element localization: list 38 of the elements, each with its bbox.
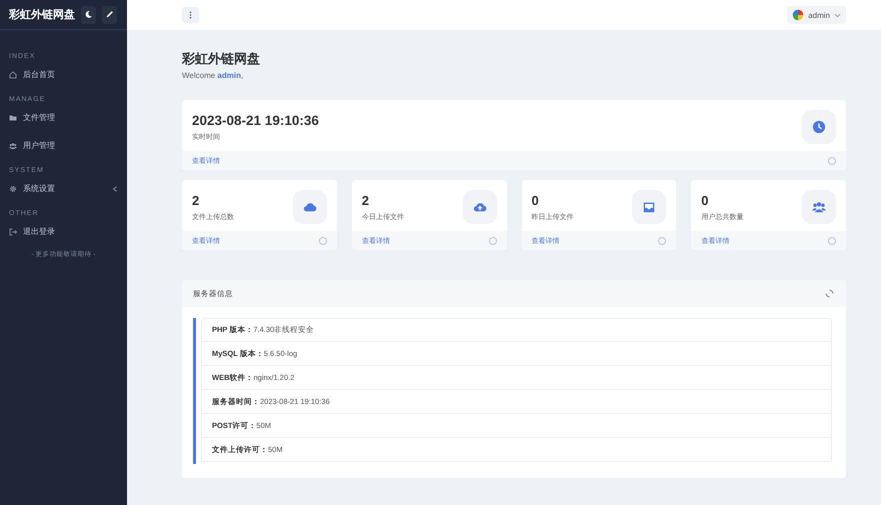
house-icon bbox=[9, 70, 17, 78]
sidebar-item[interactable]: 后台首页 bbox=[0, 63, 127, 86]
sidebar-item[interactable]: 退出登录 bbox=[0, 220, 127, 243]
sidebar-item[interactable]: 系统设置 bbox=[0, 177, 127, 200]
folder-icon bbox=[9, 114, 17, 122]
moon-icon bbox=[84, 10, 93, 19]
people-icon bbox=[812, 200, 826, 214]
refresh-icon[interactable] bbox=[825, 289, 834, 298]
cloud-icon bbox=[302, 200, 317, 214]
gear-icon bbox=[9, 184, 17, 192]
stat-value: 2 bbox=[192, 192, 200, 208]
app-title: 彩虹外链网盘 bbox=[9, 8, 75, 22]
cloud-upload-icon bbox=[472, 200, 486, 214]
circle-icon bbox=[828, 156, 836, 164]
stat-value: 0 bbox=[701, 192, 710, 208]
welcome-text: Welcome admin, bbox=[182, 71, 244, 80]
circle-icon bbox=[488, 236, 496, 244]
dots-icon bbox=[189, 11, 192, 19]
edit-button[interactable] bbox=[102, 6, 117, 24]
stat-value: 0 bbox=[532, 192, 540, 208]
circle-icon bbox=[658, 236, 666, 244]
chevron-down-icon bbox=[834, 12, 841, 18]
stat-value: 2 bbox=[362, 192, 370, 208]
avatar-icon bbox=[792, 9, 804, 21]
inbox-icon bbox=[642, 200, 656, 214]
theme-button[interactable] bbox=[81, 6, 96, 24]
sidebar-item[interactable]: 文件管理 bbox=[0, 106, 127, 129]
circle-icon bbox=[828, 236, 836, 244]
sidebar-item[interactable]: 用户管理 bbox=[0, 134, 127, 157]
page-title: 彩虹外链网盘 bbox=[182, 50, 261, 68]
user-link[interactable]: admin bbox=[217, 71, 241, 80]
logout-icon bbox=[9, 228, 17, 236]
people-icon bbox=[9, 142, 17, 150]
pen-icon bbox=[105, 10, 114, 19]
circle-icon bbox=[318, 236, 327, 244]
user-menu-button[interactable]: admin bbox=[787, 6, 846, 24]
clock-icon bbox=[812, 120, 826, 134]
stat-value: 2023-08-21 19:10:36 bbox=[192, 112, 319, 128]
